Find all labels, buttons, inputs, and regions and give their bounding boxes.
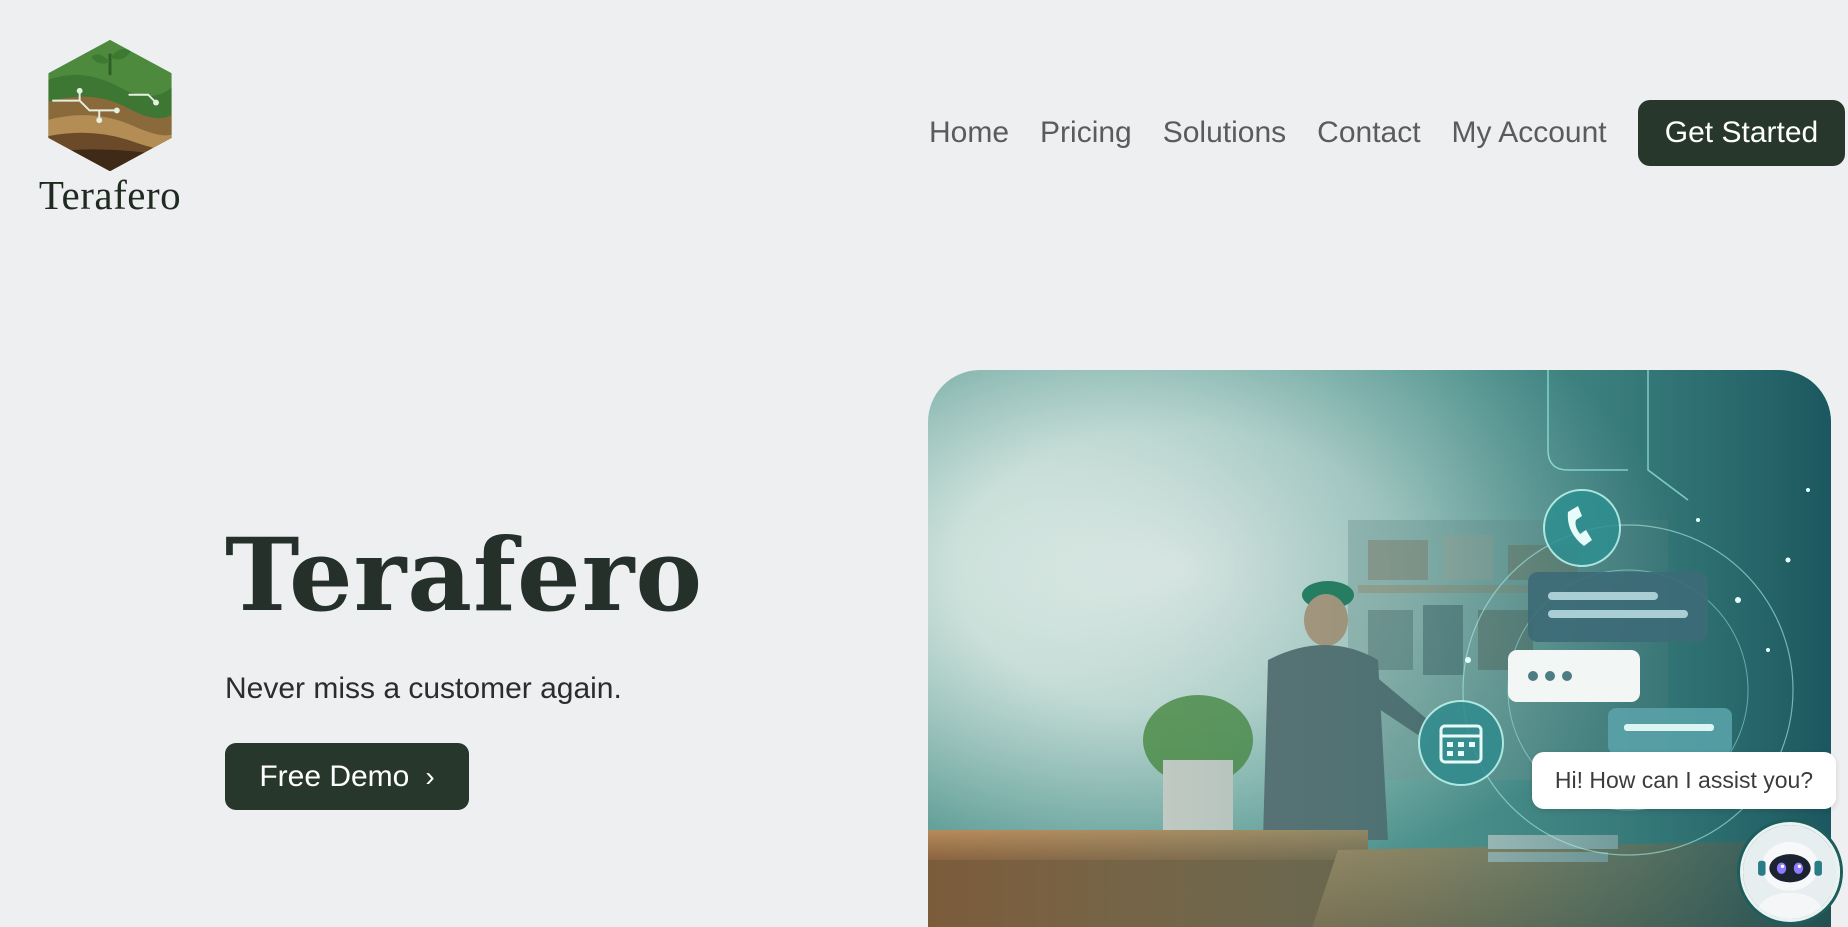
hero-image [928, 370, 1831, 927]
get-started-button[interactable]: Get Started [1638, 100, 1845, 166]
leaf-hexagon-logo-icon [48, 39, 172, 172]
hero-subtitle: Never miss a customer again. [225, 672, 622, 705]
free-demo-button[interactable]: Free Demo › [225, 743, 469, 810]
brand-logo[interactable]: Terafero [28, 36, 192, 216]
chat-greeting-bubble[interactable]: Hi! How can I assist you? [1532, 752, 1836, 809]
nav-home[interactable]: Home [929, 116, 1009, 150]
nav-solutions[interactable]: Solutions [1163, 116, 1286, 150]
hero-title: Terafero [225, 516, 704, 634]
chevron-right-icon: › [425, 760, 435, 792]
logo-wordmark: Terafero [38, 172, 182, 218]
workshop-communication-image [928, 370, 1831, 927]
nav-pricing[interactable]: Pricing [1040, 116, 1132, 150]
free-demo-label: Free Demo [259, 759, 410, 793]
nav-contact[interactable]: Contact [1317, 116, 1420, 150]
robot-assistant-icon [1743, 825, 1837, 919]
nav-my-account[interactable]: My Account [1452, 116, 1607, 150]
chat-assistant-button[interactable] [1740, 822, 1840, 922]
main-nav: Home Pricing Solutions Contact My Accoun… [929, 100, 1638, 166]
